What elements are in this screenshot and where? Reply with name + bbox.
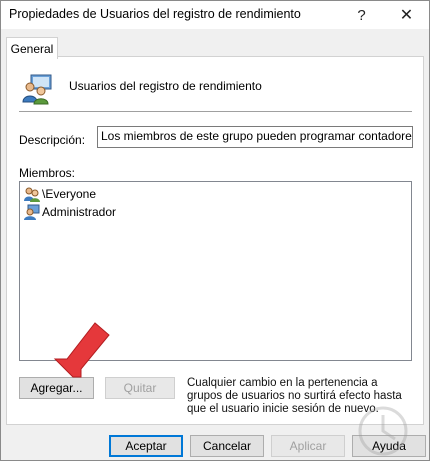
users-group-icon [22, 74, 52, 105]
description-label: Descripción: [19, 133, 86, 147]
tab-strip: General [1, 29, 429, 59]
list-item[interactable]: \Everyone [24, 186, 96, 202]
member-name: \Everyone [42, 187, 97, 201]
properties-dialog: Propiedades de Usuarios del registro de … [0, 0, 430, 461]
title-bar: Propiedades de Usuarios del registro de … [1, 1, 429, 29]
cancel-button[interactable]: Cancelar [190, 435, 264, 457]
watermark-logo-icon [358, 406, 408, 456]
apply-button[interactable]: Aplicar [271, 435, 345, 457]
window-title: Propiedades de Usuarios del registro de … [9, 7, 301, 21]
member-name: Administrador [42, 205, 117, 219]
group-icon [24, 187, 40, 202]
close-button[interactable]: ✕ [384, 1, 429, 29]
add-button[interactable]: Agregar... [19, 377, 94, 399]
tab-general[interactable]: General [6, 37, 58, 59]
list-item[interactable]: Administrador [24, 204, 116, 220]
members-label: Miembros: [19, 166, 76, 180]
user-icon [24, 204, 40, 220]
separator [19, 111, 412, 112]
remove-button[interactable]: Quitar [105, 377, 175, 399]
description-field[interactable]: Los miembros de este grupo pueden progra… [97, 126, 413, 148]
pointer-arrow-icon [53, 322, 110, 378]
help-title-button[interactable]: ? [339, 1, 384, 29]
accept-button[interactable]: Aceptar [109, 435, 183, 457]
group-name: Usuarios del registro de rendimiento [69, 79, 262, 93]
